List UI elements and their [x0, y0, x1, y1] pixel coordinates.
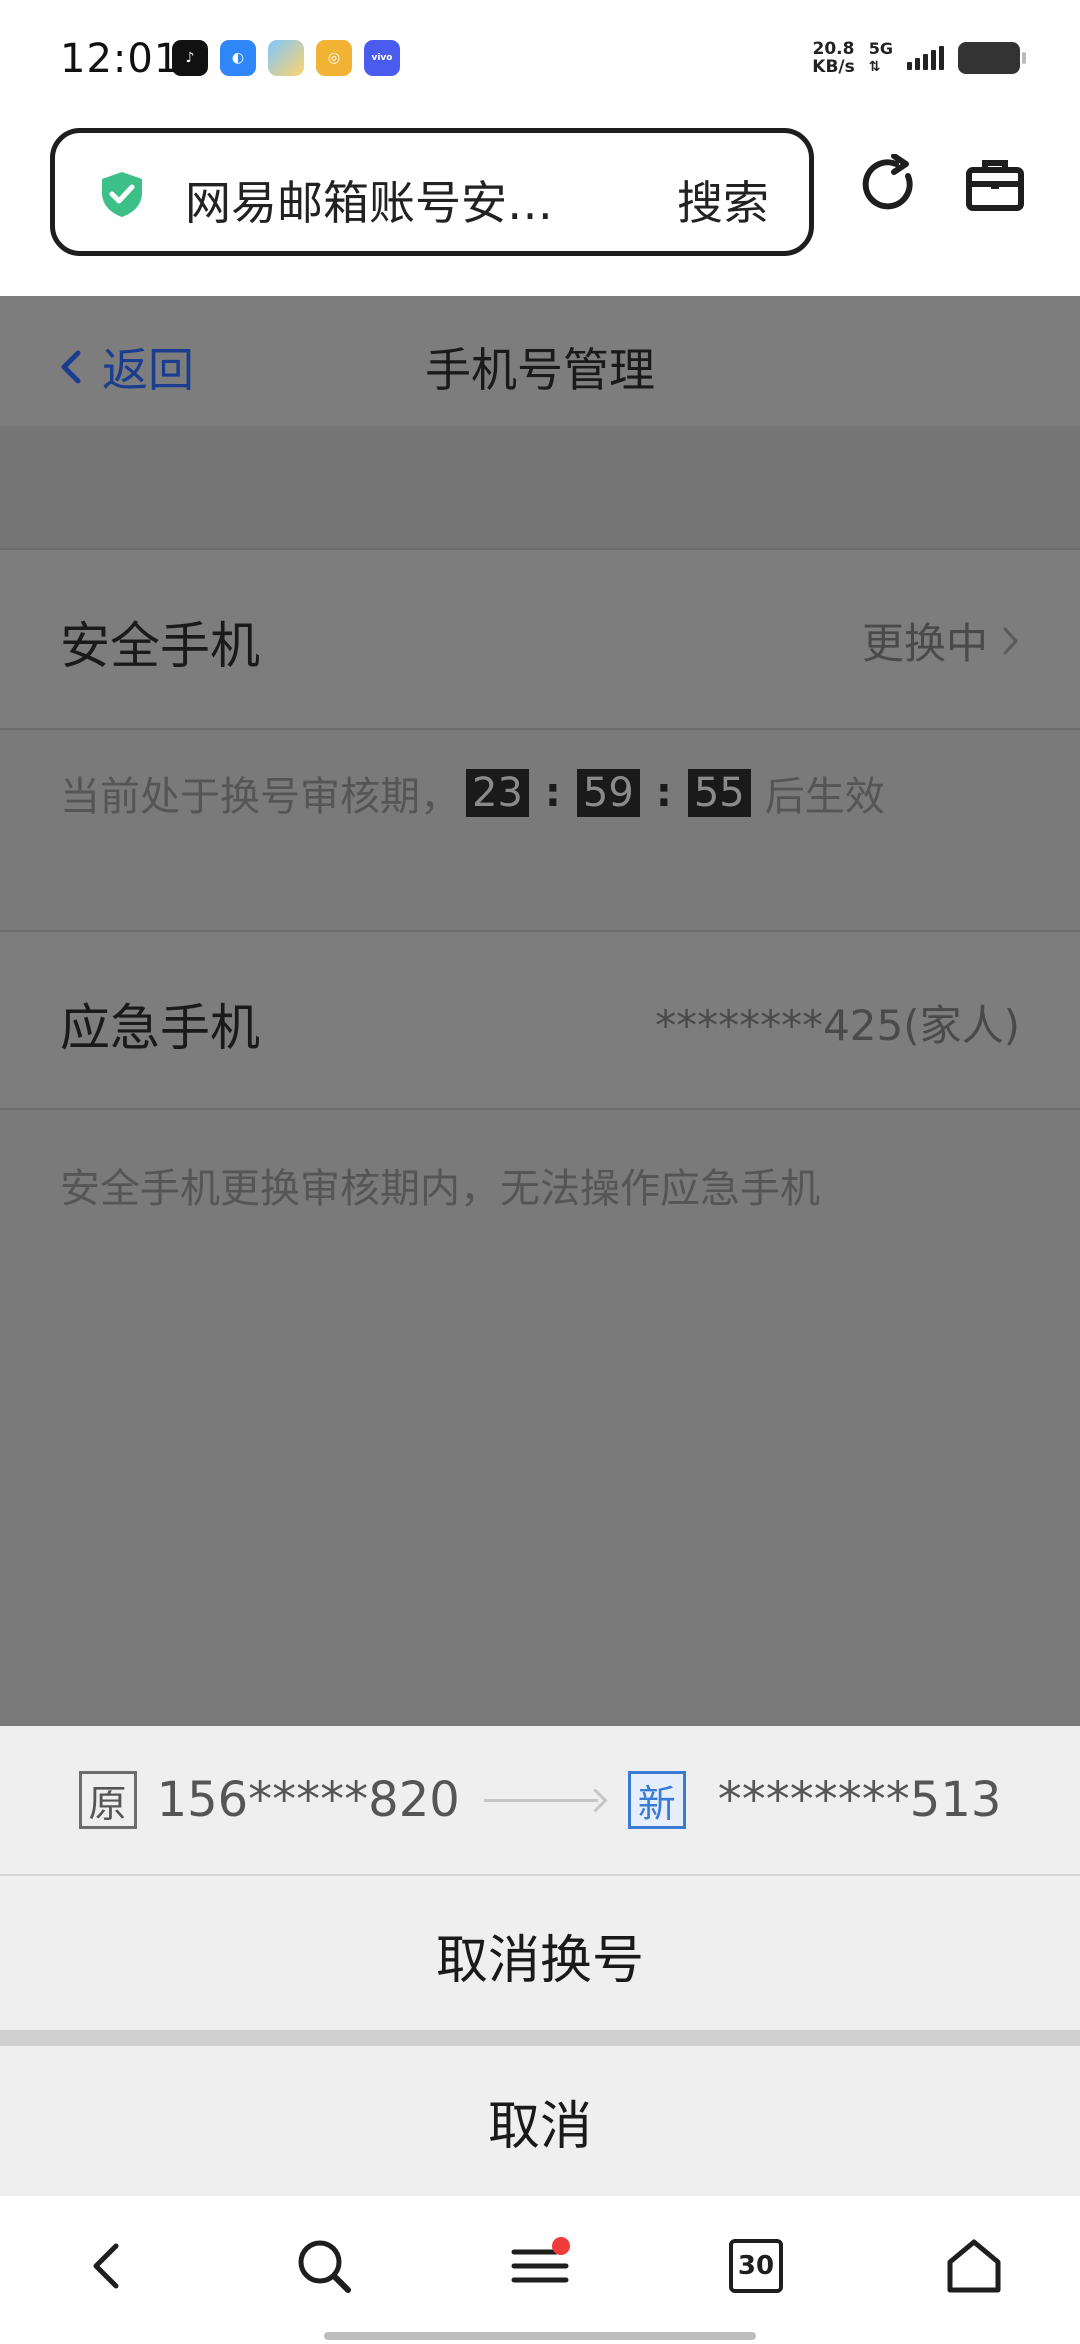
- old-number: 156*****820: [156, 1772, 460, 1828]
- emergency-phone-value: ********425(家人): [655, 1001, 1020, 1050]
- emergency-hint: 安全手机更换审核期内，无法操作应急手机: [60, 1166, 820, 1212]
- countdown-seconds: 55: [687, 769, 751, 817]
- home-indicator[interactable]: [324, 2332, 756, 2340]
- section-spacer: [0, 426, 1080, 550]
- browser-icon: ◐: [220, 40, 256, 76]
- security-phone-row[interactable]: 安全手机 更换中: [0, 550, 1080, 730]
- page-nav: 返回 手机号管理: [0, 296, 1080, 426]
- shield-check-icon: [102, 172, 142, 217]
- menu-icon[interactable]: [500, 2226, 580, 2306]
- sheet-divider: [0, 2030, 1080, 2046]
- tiktok-icon: ♪: [172, 40, 208, 76]
- notification-dot: [552, 2237, 570, 2255]
- toolbox-icon[interactable]: [960, 150, 1030, 220]
- home-icon[interactable]: [934, 2226, 1014, 2306]
- status-time: 12:01: [60, 36, 181, 82]
- signal-icon: [907, 46, 944, 70]
- security-phone-status-text: 更换中: [861, 619, 988, 668]
- browser-toolbar: 30: [0, 2196, 1080, 2344]
- security-phone-label: 安全手机: [60, 617, 260, 675]
- cancel-change-button[interactable]: 取消换号: [0, 1880, 1080, 2030]
- emergency-phone-label: 应急手机: [60, 999, 260, 1057]
- status-app-icons: ♪ ◐ ◎ vivo: [172, 40, 400, 76]
- music-icon: ◎: [316, 40, 352, 76]
- search-button[interactable]: 搜索: [677, 167, 769, 233]
- network-type-label: 5G: [868, 39, 893, 58]
- status-bar: 12:01 ♪ ◐ ◎ vivo 20.8 KB/s 5G ⇅: [0, 0, 1080, 120]
- network-type: 5G ⇅: [869, 40, 893, 76]
- old-tag: 原: [78, 1771, 137, 1829]
- network-speed-value: 20.8: [812, 39, 855, 59]
- countdown-hours: 23: [466, 769, 529, 817]
- new-number: ********513: [717, 1772, 1002, 1828]
- network-speed-unit: KB/s: [812, 57, 855, 77]
- address-bar[interactable]: 网易邮箱账号安… 搜索: [50, 128, 814, 256]
- search-icon[interactable]: [284, 2226, 364, 2306]
- data-arrows-icon: ⇅: [868, 59, 881, 75]
- address-text[interactable]: 网易邮箱账号安…: [185, 167, 553, 233]
- status-indicators: 20.8 KB/s 5G ⇅: [812, 40, 1026, 76]
- network-speed: 20.8 KB/s: [812, 40, 854, 76]
- cancel-button[interactable]: 取消: [0, 2046, 1080, 2196]
- countdown-minutes: 59: [576, 769, 640, 817]
- weather-icon: [268, 40, 304, 76]
- number-change-summary: 原 156*****820 新 ********513: [0, 1726, 1080, 1876]
- arrow-right-icon: [483, 1790, 604, 1810]
- tabs-button[interactable]: 30: [716, 2226, 796, 2306]
- page-title: 手机号管理: [425, 343, 655, 397]
- browser-address-row: 网易邮箱账号安… 搜索: [0, 120, 1080, 296]
- review-hint-suffix: 后生效: [764, 774, 885, 820]
- page-content: 返回 手机号管理 安全手机 更换中 当前处于换号审核期， 23 : 59 : 5…: [0, 296, 1080, 1726]
- battery-icon: [958, 42, 1026, 74]
- action-sheet: 原 156*****820 新 ********513 取消换号 取消: [0, 1726, 1080, 2196]
- review-hint: 当前处于换号审核期， 23 : 59 : 55 后生效: [60, 764, 885, 822]
- vivo-icon: vivo: [364, 40, 400, 76]
- chevron-right-icon: [1003, 627, 1019, 654]
- security-phone-status: 更换中: [862, 610, 1020, 671]
- emergency-phone-row[interactable]: 应急手机 ********425(家人): [0, 930, 1080, 1110]
- refresh-icon[interactable]: [854, 150, 924, 220]
- new-tag: 新: [627, 1771, 686, 1829]
- review-hint-prefix: 当前处于换号审核期，: [60, 774, 460, 820]
- back-arrow-icon[interactable]: [66, 2226, 146, 2306]
- tab-count: 30: [729, 2239, 783, 2293]
